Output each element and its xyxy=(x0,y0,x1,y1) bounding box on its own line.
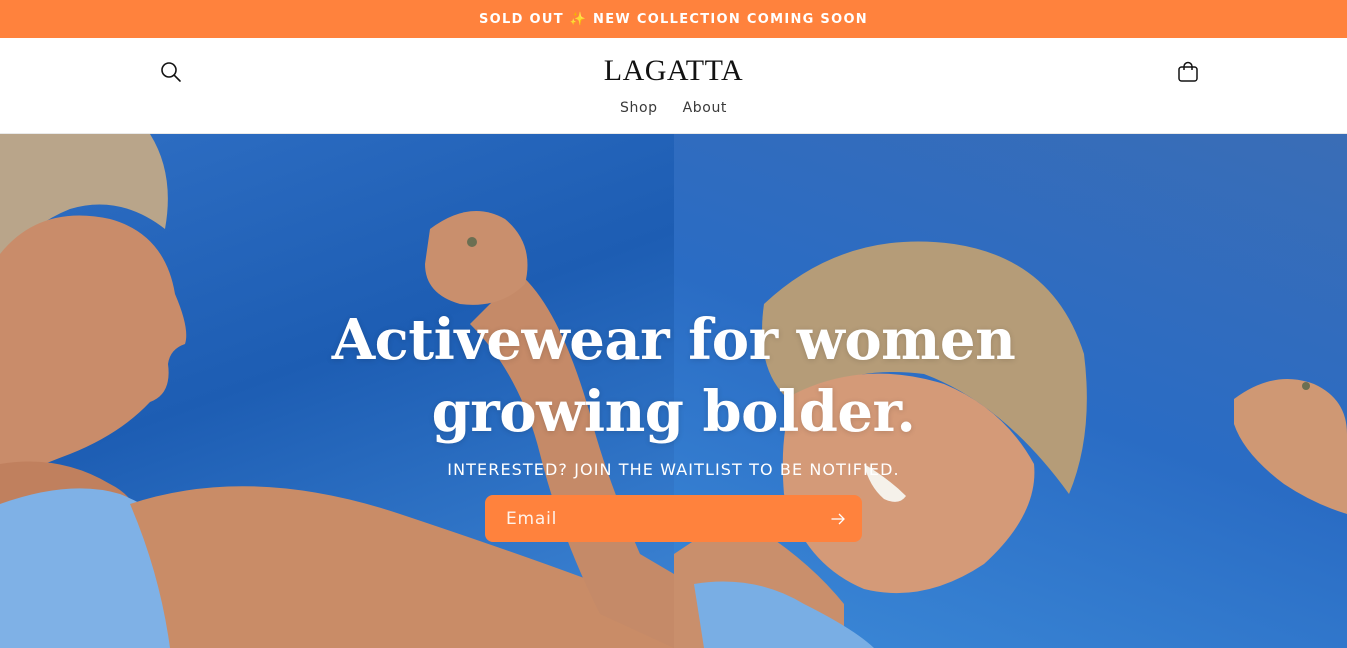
hero-title: Activewear for women growing bolder. xyxy=(331,307,1016,445)
site-logo[interactable]: LAGATTA xyxy=(0,52,1347,90)
hero-content: Activewear for women growing bolder. INT… xyxy=(0,134,1347,648)
cart-button[interactable] xyxy=(1174,58,1202,86)
announcement-bar: SOLD OUT ✨ NEW COLLECTION COMING SOON xyxy=(0,0,1347,38)
hero-subtitle: INTERESTED? JOIN THE WAITLIST TO BE NOTI… xyxy=(447,460,900,479)
cart-icon xyxy=(1178,61,1198,82)
site-header: LAGATTA Shop About xyxy=(0,38,1347,134)
email-submit-button[interactable] xyxy=(826,507,850,531)
hero-banner: Activewear for women growing bolder. INT… xyxy=(0,134,1347,648)
nav-link-about[interactable]: About xyxy=(683,100,727,116)
email-input[interactable] xyxy=(485,495,805,542)
announcement-text: SOLD OUT ✨ NEW COLLECTION COMING SOON xyxy=(479,11,868,27)
arrow-right-icon xyxy=(831,513,845,525)
waitlist-form xyxy=(485,495,862,542)
main-nav: Shop About xyxy=(0,100,1347,116)
nav-link-shop[interactable]: Shop xyxy=(620,100,658,116)
